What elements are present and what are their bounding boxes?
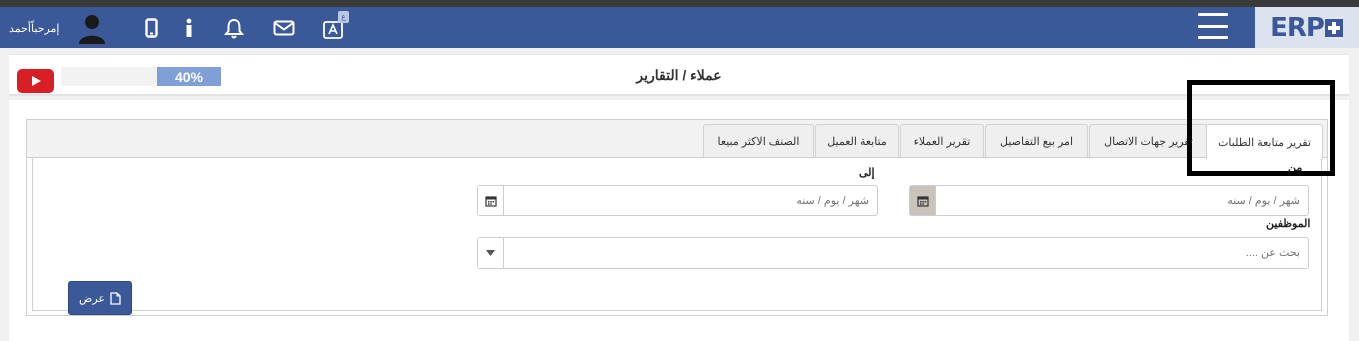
page-header: 40% عملاء / التقارير <box>9 54 1349 96</box>
chevron-down-icon[interactable] <box>478 238 504 268</box>
from-date-input[interactable] <box>936 186 1308 215</box>
employees-search-input[interactable] <box>504 238 1308 268</box>
calendar-icon <box>484 195 497 207</box>
translate-badge: ع <box>338 11 349 23</box>
to-date-field[interactable] <box>477 185 878 216</box>
page-title: عملاء / التقارير <box>636 67 722 83</box>
view-button[interactable]: عرض <box>68 281 132 315</box>
tab-pane-orders-followup: من إلى الموظفين <box>32 157 1322 315</box>
tab-orders-followup-report[interactable]: تقرير متابعة الطلبات <box>1206 124 1323 159</box>
mobile-icon[interactable] <box>143 17 159 39</box>
to-label: إلى <box>859 167 875 179</box>
tab-strip: تقرير متابعة الطلبات تقرير جهات الاتصال … <box>27 120 1327 159</box>
view-button-label: عرض <box>79 292 105 305</box>
from-label: من <box>1288 162 1303 174</box>
to-date-input[interactable] <box>504 186 877 215</box>
file-icon <box>110 291 121 305</box>
tab-sales-order-details[interactable]: امر بيع التفاصيل <box>985 124 1088 158</box>
logo-text: ERP <box>1270 12 1325 43</box>
menu-icon[interactable] <box>1198 13 1228 39</box>
employees-label: الموظفين <box>1266 218 1311 230</box>
tab-customers-report[interactable]: تقرير العملاء <box>900 124 984 158</box>
user-avatar-icon[interactable] <box>76 12 108 44</box>
reports-tabs: تقرير متابعة الطلبات تقرير جهات الاتصال … <box>26 119 1328 316</box>
logo-plus-icon <box>1324 18 1343 37</box>
window-top-strip <box>0 0 1359 7</box>
tab-customer-followup[interactable]: متابعة العميل <box>815 124 899 158</box>
top-navbar: إمرحباًأحمد ع ERP <box>0 7 1359 48</box>
employees-select[interactable] <box>477 237 1309 269</box>
tab-best-selling-item[interactable]: الصنف الاكثر مبيعا <box>703 124 814 158</box>
to-calendar-button[interactable] <box>478 186 504 215</box>
erp-logo: ERP <box>1255 7 1359 48</box>
bell-icon[interactable] <box>223 17 245 39</box>
tab-contacts-report[interactable]: تقرير جهات الاتصال <box>1089 124 1208 158</box>
info-icon[interactable] <box>182 17 196 39</box>
from-date-field[interactable] <box>909 185 1309 216</box>
mail-icon[interactable] <box>272 17 296 39</box>
from-calendar-button[interactable] <box>910 186 936 215</box>
user-greeting: إمرحباًأحمد <box>9 23 60 35</box>
calendar-icon <box>916 195 929 207</box>
main-content: تقرير متابعة الطلبات تقرير جهات الاتصال … <box>9 100 1349 341</box>
